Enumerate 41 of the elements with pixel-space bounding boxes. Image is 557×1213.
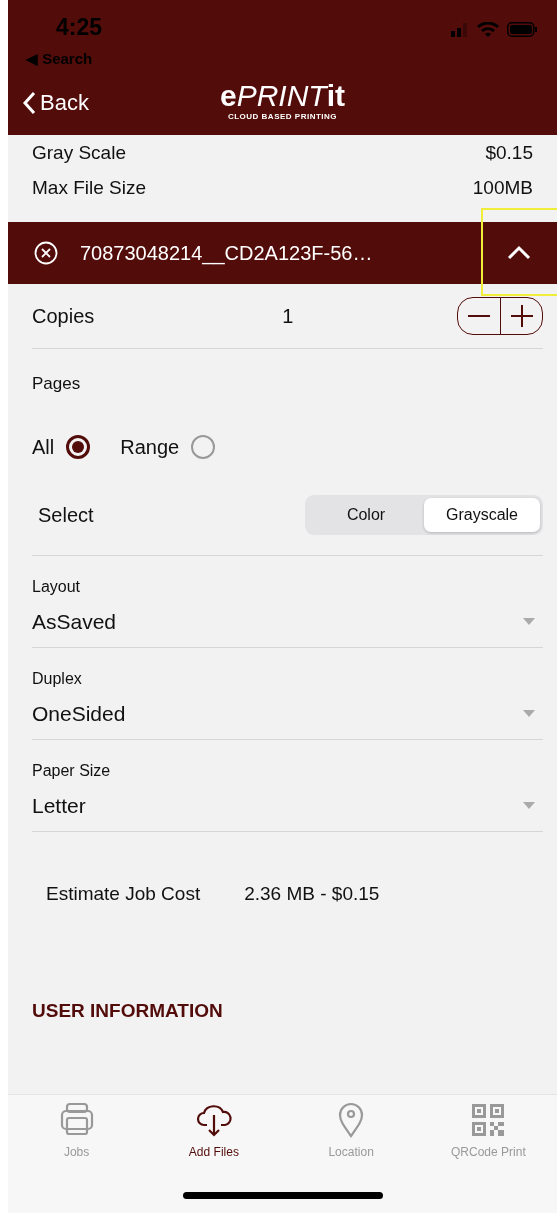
logo-tagline: CLOUD BASED PRINTING [227,112,338,121]
section-title: USER INFORMATION [32,1000,223,1022]
price-value: $0.15 [485,141,533,164]
minus-icon [468,314,490,318]
estimate-value: 2.36 MB - $0.15 [244,883,380,905]
status-time: 4:25 [56,14,103,40]
estimate-label: Estimate Job Cost [46,883,201,905]
dropdown-field[interactable]: Letter [32,780,543,832]
pages-label: Pages [32,374,81,394]
dropdown-caret-icon [523,710,535,717]
dropdown-field[interactable]: OneSided [32,688,543,740]
dropdown-caret-icon [523,802,535,809]
dropdown-label: Layout [32,578,82,596]
battery-icon [507,22,537,37]
dropdown-label: Duplex [32,670,83,688]
dropdown-field[interactable]: AsSaved [32,596,543,648]
file-name: 70873048214__CD2A123F-56… [80,241,374,265]
chevron-icon [507,245,531,261]
remove-file-icon[interactable] [34,241,58,265]
price-value: 100MB [472,176,533,199]
copies-stepper[interactable] [457,297,543,335]
radio-label: All [32,435,55,459]
plus-icon [510,305,533,327]
dropdown-label: Paper Size [32,762,112,780]
tab-bar-item[interactable]: Add Files [153,1101,274,1159]
price-label: Gray Scale [32,141,126,164]
select-label: Select [38,503,94,527]
app-logo: ePRINTit [220,80,345,112]
dropdown-caret-icon [523,618,535,625]
chevron-left-icon [22,91,36,115]
copies-value: 1 [282,304,294,328]
copies-label: Copies [32,304,95,328]
signal-icon [451,22,469,37]
back-button[interactable]: Back [22,90,89,116]
segment-option[interactable]: Color [308,498,424,532]
segment-option[interactable]: Grayscale [424,498,540,532]
radio-label: Range [120,435,180,459]
radio-button[interactable] [66,435,91,459]
radio-button[interactable] [191,435,216,459]
wifi-icon [477,22,499,37]
price-label: Max File Size [32,176,147,199]
